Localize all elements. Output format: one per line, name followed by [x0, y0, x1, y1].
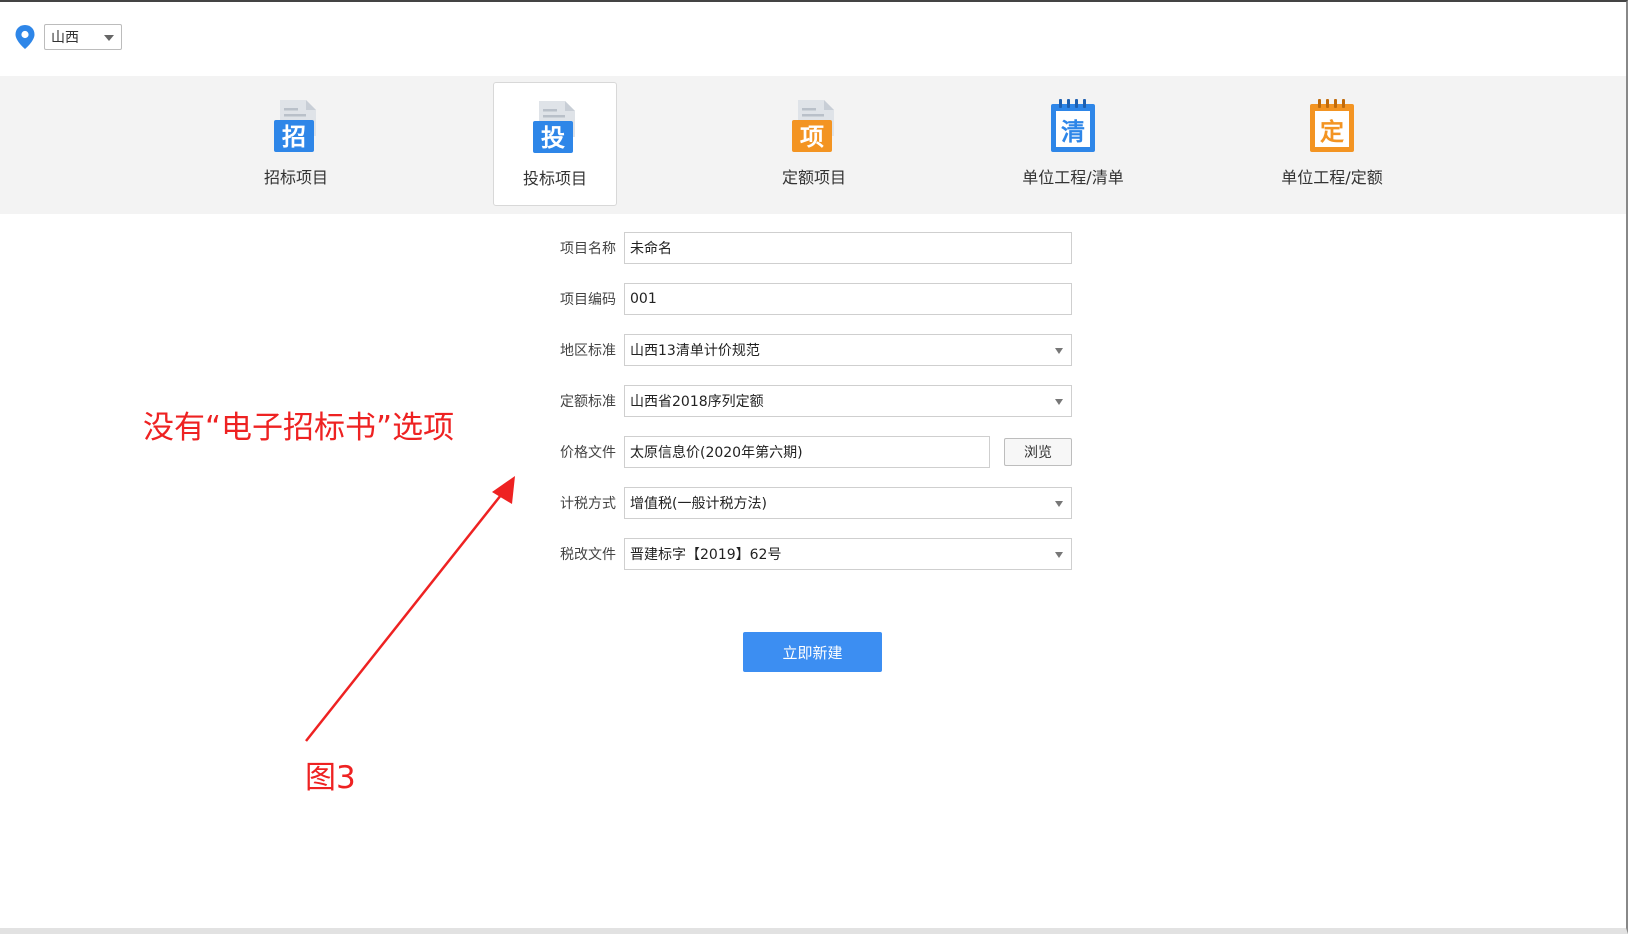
- annotation-arrow-head: [492, 476, 515, 504]
- annotation-arrow-shaft: [305, 489, 506, 742]
- annotation-arrow: [305, 476, 515, 742]
